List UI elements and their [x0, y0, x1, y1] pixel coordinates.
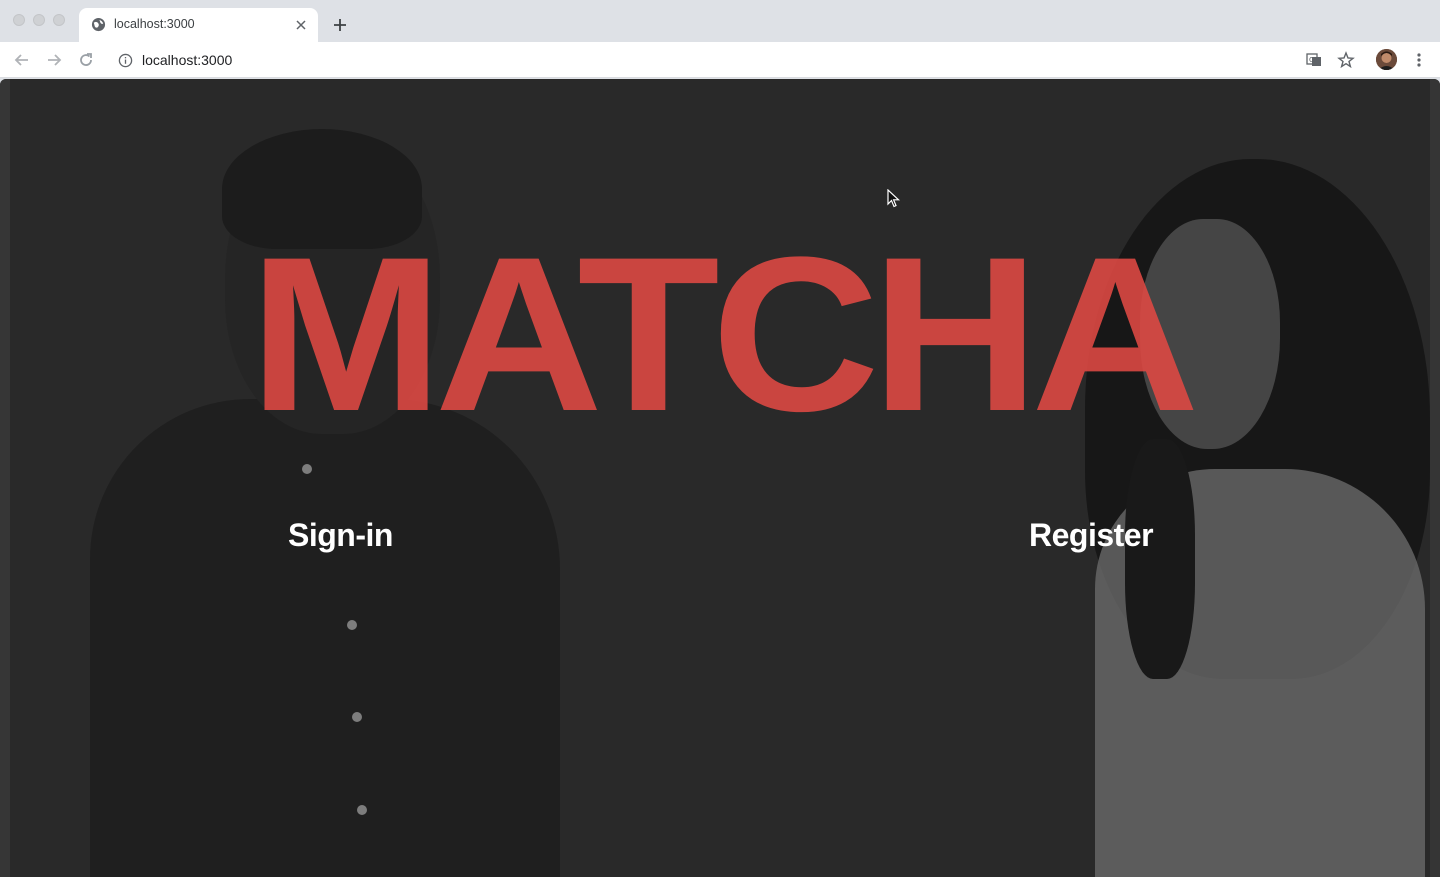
info-icon[interactable] [118, 53, 133, 68]
tab-title: localhost:3000 [114, 17, 195, 31]
forward-arrow-icon[interactable] [45, 51, 63, 69]
close-tab-icon[interactable] [293, 17, 309, 33]
translate-icon[interactable]: G [1305, 51, 1323, 69]
profile-avatar[interactable] [1376, 49, 1397, 70]
reload-icon[interactable] [77, 51, 95, 69]
avatar-icon [1376, 49, 1397, 70]
browser-window: localhost:3000 localhost:3000 G MATCHA S… [0, 0, 1440, 877]
background-overlay [0, 79, 1440, 877]
url-text[interactable]: localhost:3000 [142, 52, 232, 68]
back-arrow-icon[interactable] [13, 51, 31, 69]
new-tab-icon[interactable] [331, 16, 349, 34]
svg-text:G: G [1309, 56, 1314, 64]
bookmark-star-icon[interactable] [1337, 51, 1355, 69]
maximize-window-button[interactable] [53, 14, 65, 26]
brand-title: MATCHA [248, 211, 1200, 457]
signin-link[interactable]: Sign-in [288, 516, 393, 554]
browser-toolbar: localhost:3000 G [0, 42, 1440, 78]
tab-strip: localhost:3000 [0, 0, 1440, 42]
address-bar[interactable]: localhost:3000 [108, 46, 1364, 74]
register-link[interactable]: Register [1029, 516, 1154, 554]
minimize-window-button[interactable] [33, 14, 45, 26]
kebab-menu-icon[interactable] [1410, 51, 1428, 69]
page-viewport: MATCHA Sign-in Register [0, 79, 1440, 877]
mouse-cursor-icon [887, 189, 901, 208]
browser-tab[interactable]: localhost:3000 [79, 8, 318, 42]
globe-icon [91, 17, 106, 32]
close-window-button[interactable] [13, 14, 25, 26]
